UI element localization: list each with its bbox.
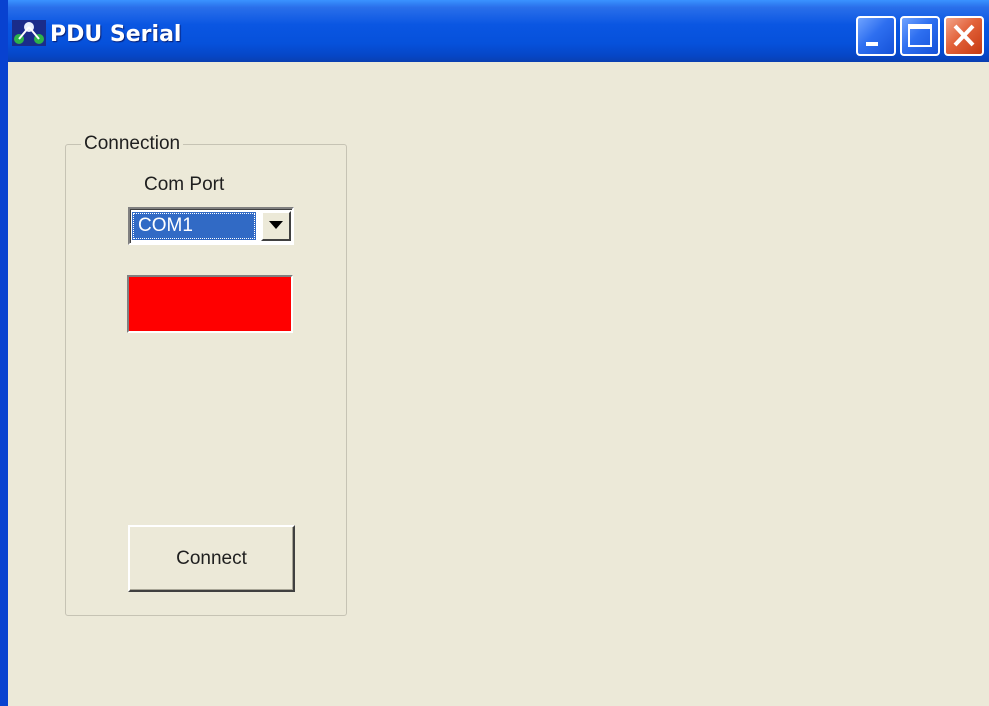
connection-groupbox: Connection Com Port COM1 Connect bbox=[65, 132, 347, 616]
window-title: PDU Serial bbox=[50, 22, 182, 47]
com-port-label: Com Port bbox=[144, 174, 225, 195]
connect-button[interactable]: Connect bbox=[128, 525, 295, 592]
com-port-dropdown-button[interactable] bbox=[261, 211, 291, 241]
com-port-value: COM1 bbox=[132, 212, 256, 240]
maximize-icon bbox=[908, 24, 932, 47]
close-icon bbox=[953, 24, 975, 47]
connection-status-indicator bbox=[127, 275, 293, 333]
app-network-icon bbox=[12, 20, 46, 46]
minimize-button[interactable] bbox=[856, 16, 896, 56]
title-bar[interactable]: PDU Serial bbox=[8, 0, 989, 62]
app-window: PDU Serial Connection Com Port COM1 Conn… bbox=[0, 0, 989, 706]
minimize-icon bbox=[866, 42, 878, 46]
close-button[interactable] bbox=[944, 16, 984, 56]
maximize-button[interactable] bbox=[900, 16, 940, 56]
chevron-down-icon bbox=[269, 221, 283, 229]
connection-group-label: Connection bbox=[81, 132, 184, 156]
com-port-select[interactable]: COM1 bbox=[128, 207, 294, 245]
